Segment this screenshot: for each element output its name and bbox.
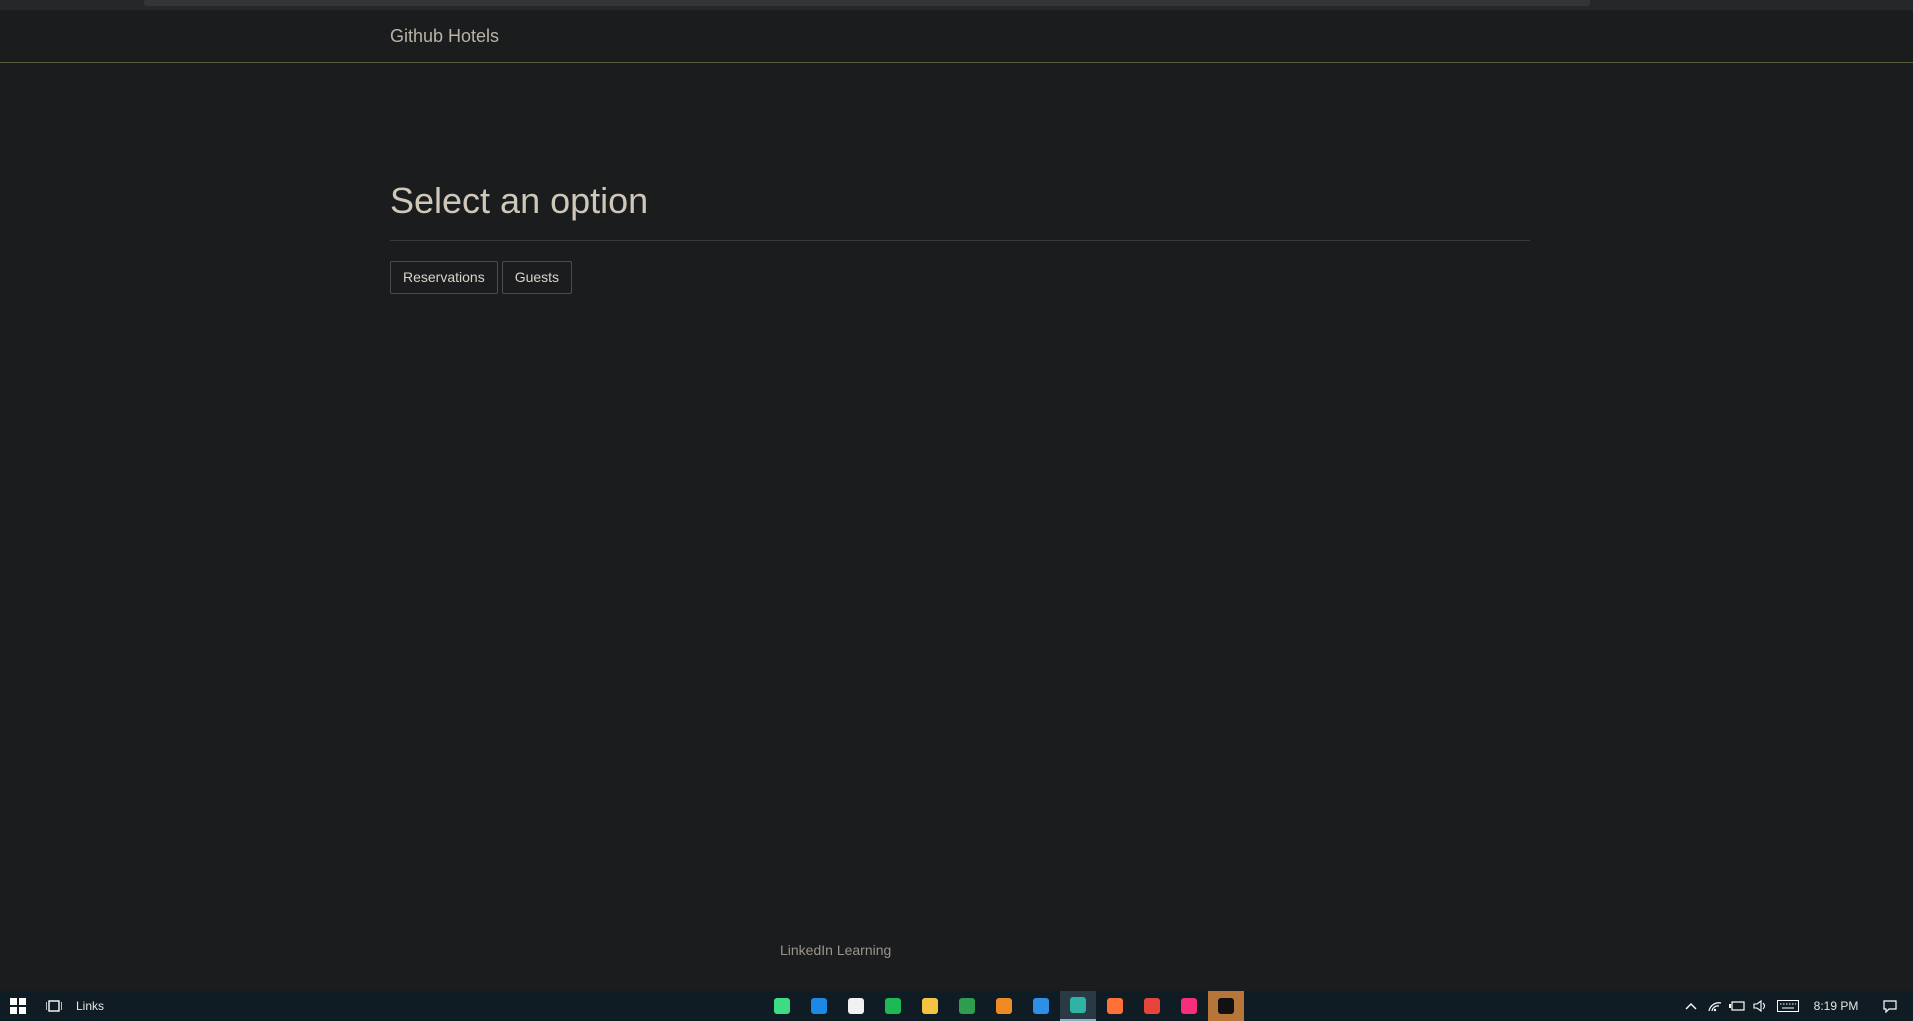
page-title: Select an option bbox=[390, 180, 649, 221]
wifi-icon[interactable] bbox=[1705, 991, 1725, 1021]
address-bar-edge[interactable] bbox=[144, 0, 1590, 6]
navbar: Github Hotels bbox=[0, 10, 1913, 63]
spotify-icon bbox=[885, 998, 901, 1014]
taskbar-app-edge[interactable] bbox=[1060, 991, 1096, 1021]
vscode-icon bbox=[1033, 998, 1049, 1014]
option-buttons: Reservations Guests bbox=[390, 261, 573, 294]
taskbar-app-intellij[interactable] bbox=[1208, 991, 1244, 1021]
store-icon bbox=[848, 998, 864, 1014]
taskbar-app-chrome[interactable] bbox=[1134, 991, 1170, 1021]
task-view-icon[interactable] bbox=[40, 991, 68, 1021]
sublime-text-icon bbox=[996, 998, 1012, 1014]
chrome-icon bbox=[1144, 998, 1160, 1014]
taskbar: Links 8:19 PM bbox=[0, 991, 1913, 1021]
windows-start-icon[interactable] bbox=[0, 991, 36, 1021]
app-icon bbox=[959, 998, 975, 1014]
divider bbox=[390, 240, 1530, 241]
chevron-up-icon[interactable] bbox=[1682, 991, 1700, 1021]
taskbar-app-spotify[interactable] bbox=[875, 991, 911, 1021]
guests-button[interactable]: Guests bbox=[501, 261, 573, 294]
taskbar-app-firefox[interactable] bbox=[1097, 991, 1133, 1021]
taskbar-app-app[interactable] bbox=[949, 991, 985, 1021]
browser-top-edge bbox=[0, 0, 1913, 10]
keyboard-icon[interactable] bbox=[1775, 991, 1801, 1021]
brand-link[interactable]: Github Hotels bbox=[390, 26, 499, 47]
edge-icon bbox=[1070, 997, 1086, 1013]
notification-icon[interactable] bbox=[1876, 991, 1904, 1021]
mail-icon bbox=[811, 998, 827, 1014]
firefox-icon bbox=[1107, 998, 1123, 1014]
taskbar-app-sublime-text[interactable] bbox=[986, 991, 1022, 1021]
links-toolbar-label[interactable]: Links bbox=[76, 991, 104, 1021]
reservations-button[interactable]: Reservations bbox=[390, 261, 498, 294]
taskbar-app-mail[interactable] bbox=[801, 991, 837, 1021]
taskbar-app-jetbrains-toolbox[interactable] bbox=[1171, 991, 1207, 1021]
footer-text: LinkedIn Learning bbox=[780, 942, 892, 958]
taskbar-clock[interactable]: 8:19 PM bbox=[1806, 991, 1866, 1021]
battery-icon[interactable] bbox=[1727, 991, 1747, 1021]
android-studio-icon bbox=[774, 998, 790, 1014]
taskbar-app-vscode[interactable] bbox=[1023, 991, 1059, 1021]
taskbar-app-file-explorer[interactable] bbox=[912, 991, 948, 1021]
taskbar-app-android-studio[interactable] bbox=[764, 991, 800, 1021]
file-explorer-icon bbox=[922, 998, 938, 1014]
volume-icon[interactable] bbox=[1750, 991, 1770, 1021]
jetbrains-toolbox-icon bbox=[1181, 998, 1197, 1014]
intellij-icon bbox=[1218, 998, 1234, 1014]
taskbar-app-store[interactable] bbox=[838, 991, 874, 1021]
